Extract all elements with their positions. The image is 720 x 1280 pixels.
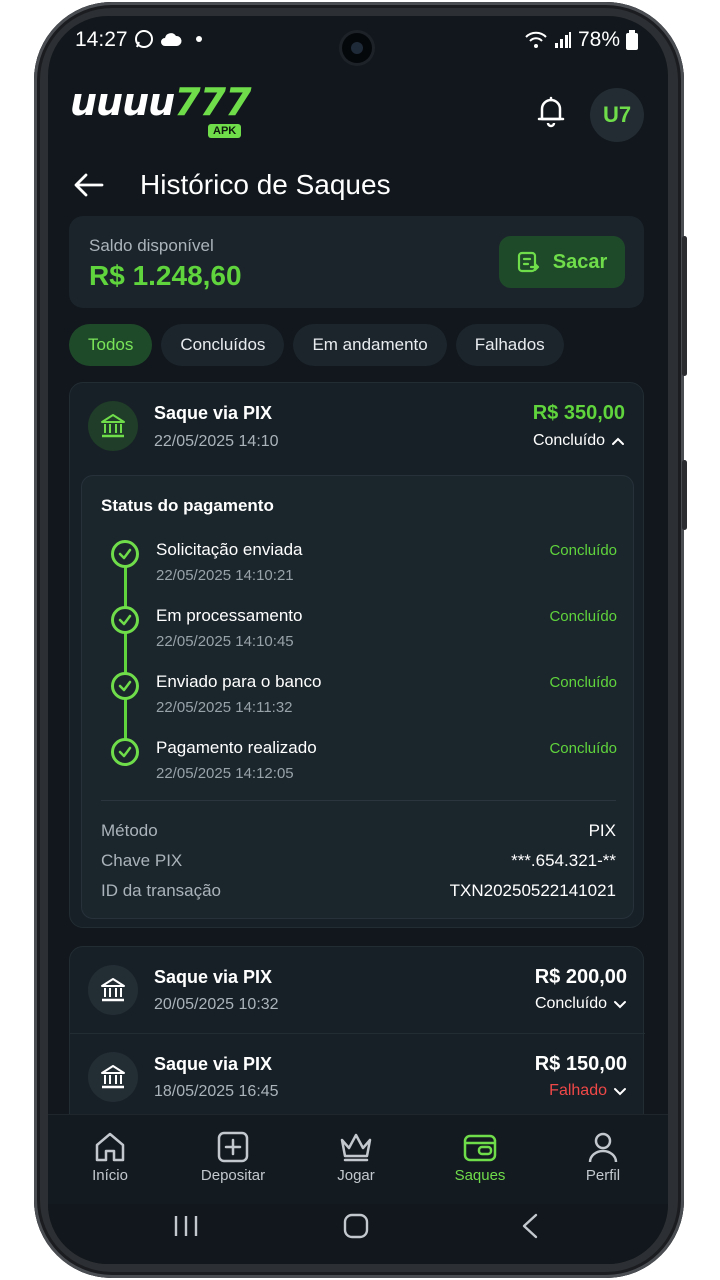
bank-icon — [101, 978, 125, 1002]
balance-card: Saldo disponível R$ 1.248,60 Sacar — [69, 216, 644, 308]
withdrawal-date: 22/05/2025 14:10 — [154, 433, 279, 450]
chevron-down-icon — [614, 1088, 626, 1096]
battery-icon — [626, 30, 638, 50]
front-camera — [342, 33, 372, 63]
nav-jogar[interactable]: Jogar — [306, 1127, 406, 1184]
timeline-step: Pagamento realizado 22/05/2025 14:12:05 … — [82, 738, 635, 798]
withdrawal-amount: R$ 150,00 — [534, 1053, 627, 1075]
timeline-step: Enviado para o banco 22/05/2025 14:11:32… — [82, 672, 635, 732]
withdrawal-date: 20/05/2025 10:32 — [154, 996, 279, 1013]
list-item[interactable]: Saque via PIX 18/05/2025 16:45 R$ 150,00… — [70, 1034, 645, 1120]
withdrawal-status-toggle[interactable]: Concluído — [533, 432, 625, 450]
power-button — [682, 460, 687, 530]
notification-dot-icon — [196, 36, 202, 42]
payment-status-box: Status do pagamento Solicitação enviada … — [81, 475, 634, 919]
crown-icon — [340, 1133, 372, 1162]
home-button-icon[interactable] — [343, 1213, 369, 1239]
check-circle-icon — [111, 738, 139, 766]
tab-concluidos[interactable]: Concluídos — [161, 324, 285, 366]
wallet-icon — [463, 1134, 497, 1162]
wifi-icon — [525, 31, 547, 48]
title-bar: Histórico de Saques — [48, 156, 668, 216]
withdrawal-amount: R$ 200,00 — [534, 966, 627, 988]
withdrawal-status-toggle[interactable]: Falhado — [549, 1082, 627, 1100]
payment-status-title: Status do pagamento — [101, 496, 274, 515]
volume-button — [682, 236, 687, 376]
bank-icon — [101, 414, 125, 438]
withdrawal-status-toggle[interactable]: Concluído — [535, 995, 627, 1013]
bank-icon-circle — [88, 401, 138, 451]
system-nav-bar — [48, 1204, 668, 1264]
logo-apk-badge: APK — [208, 124, 242, 138]
app-header: uuuu777 APK U7 — [48, 76, 668, 148]
app-logo[interactable]: uuuu777 — [70, 80, 252, 124]
bell-icon[interactable] — [534, 94, 568, 128]
check-circle-icon — [111, 672, 139, 700]
cloud-icon — [161, 33, 182, 46]
system-back-icon[interactable] — [521, 1213, 539, 1239]
check-circle-icon — [111, 606, 139, 634]
plus-square-icon — [217, 1131, 249, 1163]
screen: 14:27 78% uuuu777 APK U7 Histórico de Sa… — [48, 16, 668, 1264]
home-icon — [95, 1132, 125, 1162]
user-icon — [588, 1132, 618, 1163]
timeline-step: Solicitação enviada 22/05/2025 14:10:21 … — [82, 540, 635, 600]
withdrawal-title: Saque via PIX — [154, 967, 273, 987]
status-time: 14:27 — [75, 28, 128, 51]
nav-inicio[interactable]: Início — [60, 1127, 160, 1184]
withdrawal-title: Saque via PIX — [154, 1054, 273, 1074]
tab-falhados[interactable]: Falhados — [455, 324, 564, 366]
tab-em-andamento[interactable]: Em andamento — [293, 324, 447, 366]
signal-icon — [554, 32, 571, 48]
whatsapp-icon — [135, 30, 153, 48]
withdraw-icon — [517, 251, 539, 273]
withdrawal-card-expanded: Saque via PIX 22/05/2025 14:10 R$ 350,00… — [69, 382, 644, 928]
page-title: Histórico de Saques — [140, 169, 391, 200]
tab-todos[interactable]: Todos — [69, 324, 153, 366]
balance-value: R$ 1.248,60 — [89, 260, 242, 291]
chevron-up-icon — [612, 437, 624, 445]
withdrawal-title: Saque via PIX — [154, 403, 273, 423]
withdrawal-date: 18/05/2025 16:45 — [154, 1083, 279, 1100]
status-bar: 14:27 78% — [48, 16, 668, 63]
check-circle-icon — [111, 540, 139, 568]
battery-percent: 78% — [577, 28, 620, 51]
list-item[interactable]: Saque via PIX 20/05/2025 10:32 R$ 200,00… — [70, 947, 645, 1033]
nav-perfil[interactable]: Perfil — [553, 1127, 653, 1184]
divider — [101, 800, 616, 801]
timeline-step: Em processamento 22/05/2025 14:10:45 Con… — [82, 606, 635, 666]
chevron-down-icon — [614, 1001, 626, 1009]
nav-saques[interactable]: Saques — [430, 1127, 530, 1184]
avatar[interactable]: U7 — [590, 88, 644, 142]
balance-label: Saldo disponível — [89, 236, 214, 255]
filter-tabs: Todos Concluídos Em andamento Falhados — [69, 324, 564, 366]
recent-apps-icon[interactable] — [173, 1214, 199, 1238]
bank-icon — [101, 1065, 125, 1089]
back-arrow-icon[interactable] — [74, 172, 104, 198]
withdrawal-amount: R$ 350,00 — [532, 402, 625, 424]
nav-depositar[interactable]: Depositar — [183, 1127, 283, 1184]
bottom-nav: Início Depositar Jogar Saques Perfil — [48, 1114, 668, 1204]
sacar-button[interactable]: Sacar — [499, 236, 625, 288]
